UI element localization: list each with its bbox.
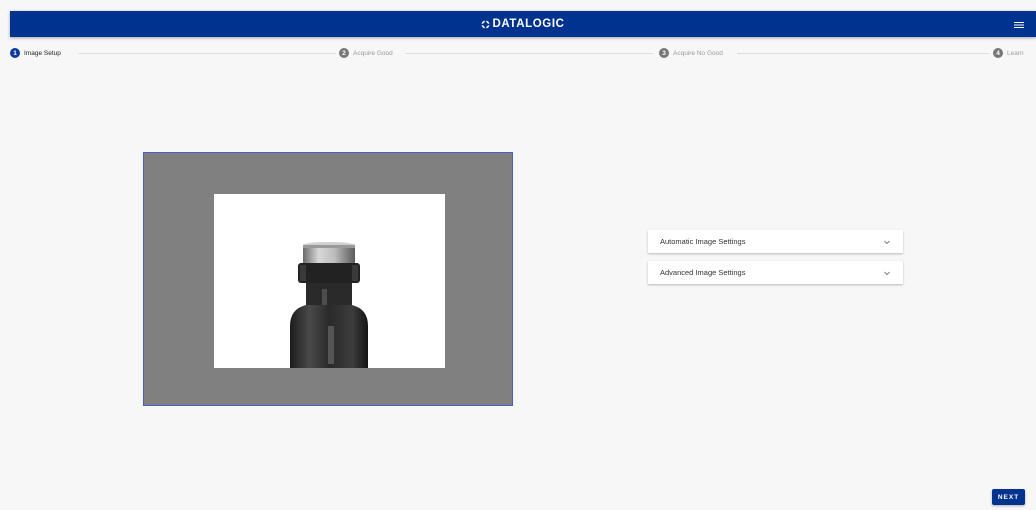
step-connector bbox=[405, 53, 653, 54]
brand-logo: DATALOGIC bbox=[481, 18, 564, 30]
hamburger-menu-icon[interactable] bbox=[1014, 18, 1024, 30]
step-number: 2 bbox=[339, 48, 349, 58]
step-image-setup[interactable]: 1 Image Setup bbox=[10, 46, 65, 60]
step-label: Acquire No Good bbox=[673, 49, 723, 57]
step-label: Image Setup bbox=[24, 49, 61, 57]
step-learn[interactable]: 4 Learn bbox=[993, 46, 1028, 60]
advanced-image-settings-panel[interactable]: Advanced Image Settings bbox=[648, 261, 903, 284]
panel-title: Advanced Image Settings bbox=[660, 268, 746, 277]
step-label: Learn bbox=[1007, 49, 1024, 57]
image-settings-panels: Automatic Image Settings Advanced Image … bbox=[648, 230, 903, 292]
app-root: DATALOGIC 1 Image Setup 2 Acquire Good 3… bbox=[0, 0, 1036, 510]
logo-text: DATALOGIC bbox=[492, 18, 565, 30]
camera-image-view[interactable] bbox=[143, 152, 513, 406]
image-roi-area[interactable] bbox=[214, 194, 445, 368]
step-label: Acquire Good bbox=[353, 49, 393, 57]
step-progress: 1 Image Setup 2 Acquire Good 3 Acquire N… bbox=[10, 46, 1036, 60]
datalogic-logo-icon bbox=[481, 19, 491, 29]
step-acquire-good[interactable]: 2 Acquire Good bbox=[339, 46, 397, 60]
step-number: 1 bbox=[10, 48, 20, 58]
step-number: 3 bbox=[659, 48, 669, 58]
panel-title: Automatic Image Settings bbox=[660, 237, 746, 246]
vial-image bbox=[214, 194, 445, 368]
next-button[interactable]: NEXT bbox=[992, 489, 1025, 505]
top-bar: DATALOGIC bbox=[10, 11, 1036, 37]
step-connector bbox=[78, 53, 336, 54]
step-acquire-no-good[interactable]: 3 Acquire No Good bbox=[659, 46, 727, 60]
automatic-image-settings-panel[interactable]: Automatic Image Settings bbox=[648, 230, 903, 253]
chevron-down-icon bbox=[884, 240, 890, 244]
step-number: 4 bbox=[993, 48, 1003, 58]
chevron-down-icon bbox=[884, 271, 890, 275]
step-connector bbox=[737, 53, 989, 54]
